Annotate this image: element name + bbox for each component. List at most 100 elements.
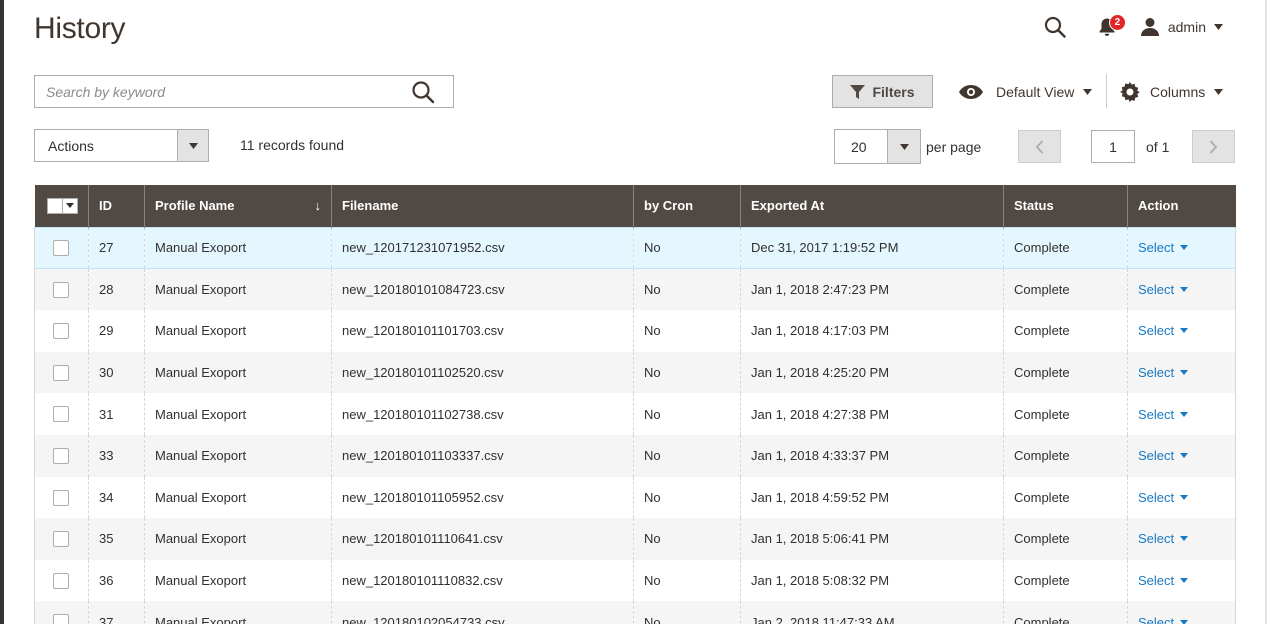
- row-action-select[interactable]: Select: [1138, 282, 1189, 297]
- next-page-button[interactable]: [1192, 130, 1235, 163]
- caret-down-icon: [1180, 328, 1189, 334]
- select-label: Select: [1138, 323, 1175, 339]
- search-submit-button[interactable]: [411, 80, 437, 106]
- table-row[interactable]: 37 Manual Exoport new_120180102054733.csv N…: [34, 601, 1236, 624]
- row-checkbox[interactable]: [53, 240, 69, 257]
- row-checkbox[interactable]: [53, 281, 69, 298]
- row-checkbox[interactable]: [53, 614, 69, 624]
- caret-down-icon: [1180, 411, 1189, 417]
- caret-down-icon: [1180, 578, 1189, 584]
- history-grid: ID Profile Name ↓ Filename by Cron Export…: [34, 185, 1236, 624]
- cell-exported-at: Jan 1, 2018 4:17:03 PM: [740, 310, 1004, 352]
- cell-id: 30: [88, 351, 145, 394]
- cell-profile-name: Manual Exoport: [144, 310, 332, 352]
- notification-count-badge: 2: [1108, 14, 1126, 31]
- current-page-input[interactable]: [1091, 130, 1135, 163]
- cell-exported-at: Jan 1, 2018 4:27:38 PM: [740, 393, 1004, 435]
- cell-id: 34: [88, 476, 145, 519]
- select-label: Select: [1138, 489, 1175, 505]
- row-checkbox[interactable]: [53, 448, 69, 465]
- row-checkbox[interactable]: [53, 406, 69, 423]
- cell-id: 27: [88, 226, 145, 270]
- column-header-by-cron[interactable]: by Cron: [633, 185, 741, 227]
- caret-down-icon: [899, 143, 909, 150]
- mass-select-box: [48, 198, 63, 213]
- notifications-button[interactable]: 2: [1092, 12, 1126, 42]
- caret-down-icon: [1180, 245, 1189, 251]
- row-checkbox[interactable]: [53, 572, 69, 589]
- filter-icon: [850, 84, 866, 99]
- columns-control[interactable]: Columns: [1120, 75, 1224, 108]
- cell-status: Complete: [1003, 518, 1128, 560]
- user-menu[interactable]: admin: [1140, 17, 1223, 37]
- table-row[interactable]: 31 Manual Exoport new_120180101102738.csv N…: [34, 393, 1236, 435]
- row-action-select[interactable]: Select: [1138, 365, 1189, 380]
- total-pages-label: of 1: [1146, 139, 1170, 155]
- mass-select-toggle: [63, 203, 77, 209]
- column-header-profile-name[interactable]: Profile Name ↓: [144, 185, 332, 227]
- column-header-id[interactable]: ID: [88, 185, 145, 227]
- table-row[interactable]: 29 Manual Exoport new_120180101101703.csv N…: [34, 310, 1236, 352]
- row-checkbox[interactable]: [53, 323, 69, 340]
- cell-profile-name: Manual Exoport: [144, 393, 332, 435]
- table-row[interactable]: 28 Manual Exoport new_120180101084723.csv N…: [34, 268, 1236, 311]
- previous-page-button[interactable]: [1018, 130, 1061, 163]
- filters-button[interactable]: Filters: [832, 75, 933, 108]
- table-row[interactable]: 36 Manual Exoport new_120180101110832.csv N…: [34, 559, 1236, 602]
- eye-icon: [959, 84, 983, 99]
- per-page-dropdown[interactable]: 20: [834, 129, 921, 164]
- cell-action: Select: [1127, 601, 1236, 624]
- row-action-select[interactable]: Select: [1138, 407, 1189, 422]
- row-action-select[interactable]: Select: [1138, 531, 1189, 546]
- caret-down-icon: [1083, 88, 1093, 95]
- cell-status: Complete: [1003, 476, 1128, 519]
- row-action-select[interactable]: Select: [1138, 489, 1189, 505]
- row-action-select[interactable]: Select: [1138, 323, 1189, 339]
- cell-by-cron: No: [633, 310, 741, 352]
- column-header-exported-at[interactable]: Exported At: [740, 185, 1004, 227]
- search-icon: [1044, 16, 1066, 38]
- table-row[interactable]: 34 Manual Exoport new_120180101105952.csv N…: [34, 476, 1236, 519]
- table-row[interactable]: 35 Manual Exoport new_120180101110641.csv N…: [34, 518, 1236, 560]
- row-checkbox[interactable]: [53, 531, 69, 548]
- caret-down-icon: [1180, 536, 1189, 542]
- row-action-select[interactable]: Select: [1138, 448, 1189, 464]
- table-row[interactable]: 30 Manual Exoport new_120180101102520.csv N…: [34, 351, 1236, 394]
- row-checkbox[interactable]: [53, 364, 69, 381]
- caret-down-icon: [1180, 287, 1189, 293]
- grid-header-row: ID Profile Name ↓ Filename by Cron Export…: [34, 185, 1236, 227]
- mass-actions-dropdown[interactable]: Actions: [34, 129, 209, 162]
- row-select-cell: [34, 393, 89, 435]
- row-select-cell: [34, 434, 89, 477]
- row-select-cell: [34, 268, 89, 311]
- search-input[interactable]: [35, 76, 395, 107]
- cell-filename: new_120180101110832.csv: [331, 559, 634, 602]
- gear-icon: [1120, 81, 1140, 102]
- per-page-value: 20: [851, 138, 867, 155]
- row-action-select[interactable]: Select: [1138, 240, 1189, 255]
- cell-filename: new_120180101110641.csv: [331, 518, 634, 560]
- table-row[interactable]: 27 Manual Exoport new_120171231071952.csv N…: [34, 226, 1236, 270]
- username: admin: [1167, 19, 1206, 35]
- cell-status: Complete: [1003, 268, 1128, 311]
- row-checkbox[interactable]: [53, 489, 69, 506]
- cell-by-cron: No: [633, 518, 741, 560]
- cell-id: 29: [88, 310, 145, 352]
- cell-id: 33: [88, 434, 145, 477]
- view-switcher[interactable]: Default View: [958, 75, 1093, 108]
- row-action-select[interactable]: Select: [1138, 615, 1189, 624]
- cell-action: Select: [1127, 268, 1236, 311]
- row-select-cell: [34, 351, 89, 394]
- select-label: Select: [1138, 448, 1175, 464]
- cell-exported-at: Jan 1, 2018 4:25:20 PM: [740, 351, 1004, 394]
- caret-down-icon: [65, 203, 74, 209]
- cell-id: 31: [88, 393, 145, 435]
- row-select-cell: [34, 518, 89, 560]
- table-row[interactable]: 33 Manual Exoport new_120180101103337.csv N…: [34, 434, 1236, 477]
- column-header-filename[interactable]: Filename: [331, 185, 634, 227]
- mass-select-checkbox[interactable]: [46, 197, 78, 214]
- row-action-select[interactable]: Select: [1138, 573, 1189, 588]
- column-header-status[interactable]: Status: [1003, 185, 1128, 227]
- global-search-button[interactable]: [1040, 12, 1070, 42]
- user-icon: [1140, 18, 1159, 36]
